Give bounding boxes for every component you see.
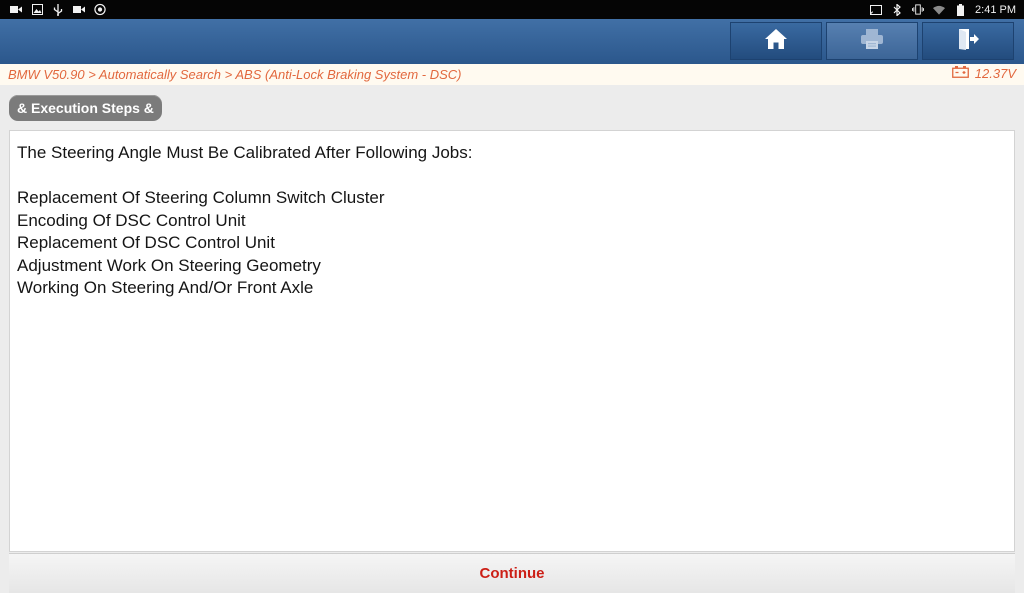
instructions-panel: The Steering Angle Must Be Calibrated Af…: [9, 130, 1015, 552]
footer-bar: Continue: [9, 553, 1015, 593]
instruction-line: Working On Steering And/Or Front Axle: [17, 278, 314, 297]
battery-voltage-icon: [951, 66, 969, 81]
execution-steps-tab: & Execution Steps &: [9, 95, 162, 121]
video-icon: [10, 4, 22, 16]
vibrate-icon: [912, 4, 925, 16]
video-icon: [73, 4, 85, 16]
cast-icon: [870, 4, 883, 16]
exit-button[interactable]: [922, 22, 1014, 60]
instruction-blank-line: [17, 165, 472, 188]
instruction-line: Encoding Of DSC Control Unit: [17, 210, 246, 230]
exit-icon: [956, 27, 980, 56]
instruction-line: Replacement Of DSC Control Unit: [17, 233, 275, 252]
status-left-icons: [10, 2, 106, 17]
home-button[interactable]: [730, 22, 822, 60]
continue-button[interactable]: Continue: [9, 554, 1015, 593]
print-button[interactable]: [826, 22, 918, 60]
top-toolbar: [0, 19, 1024, 65]
breadcrumb: BMW V50.90 > Automatically Search > ABS …: [8, 67, 462, 82]
home-icon: [764, 28, 788, 55]
voltage-value: 12.37V: [974, 66, 1016, 81]
instruction-line: Replacement Of Steering Column Switch Cl…: [17, 188, 385, 207]
status-time: 2:41 PM: [975, 3, 1016, 16]
image-icon: [31, 4, 43, 16]
voltage-indicator: 12.37V: [951, 66, 1016, 81]
instruction-heading: The Steering Angle Must Be Calibrated Af…: [17, 143, 473, 162]
instructions-text: The Steering Angle Must Be Calibrated Af…: [17, 142, 472, 300]
breadcrumb-bar: BMW V50.90 > Automatically Search > ABS …: [0, 64, 1024, 85]
settings-icon: [94, 3, 106, 16]
battery-icon: [954, 3, 966, 16]
bluetooth-icon: [891, 3, 903, 16]
print-icon: [860, 28, 884, 55]
usb-icon: [52, 3, 64, 16]
wifi-icon: [933, 4, 946, 16]
status-bar: 2:41 PM: [0, 0, 1024, 19]
status-right-icons: 2:41 PM: [870, 0, 1016, 19]
instruction-line: Adjustment Work On Steering Geometry: [17, 255, 321, 275]
